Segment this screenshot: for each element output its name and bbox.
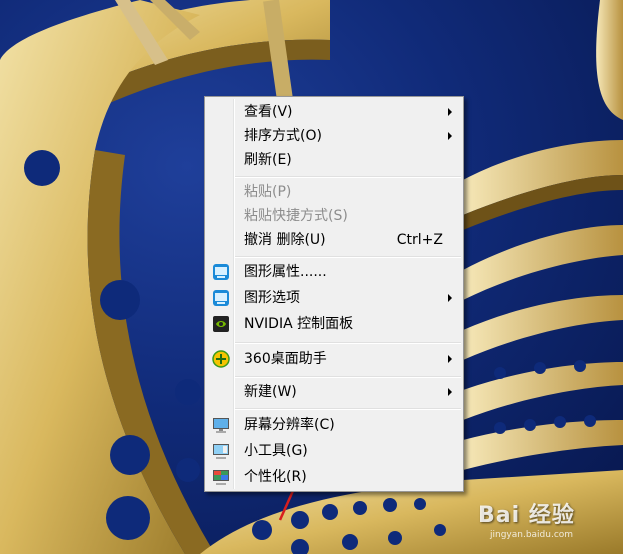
menu-item-label: 图形选项 <box>244 290 300 306</box>
personalize-icon <box>213 470 229 485</box>
intel-graphics-icon <box>213 264 229 280</box>
menu-item-shortcut: Ctrl+Z <box>396 232 443 248</box>
menu-item-label: 360桌面助手 <box>244 351 327 367</box>
desktop-wallpaper[interactable]: Bai 经验 jingyan.baidu.com 查看(V) 排序方式(O) 刷… <box>0 0 623 554</box>
submenu-arrow-icon <box>448 355 452 363</box>
menu-item-label: 粘贴(P) <box>244 184 292 200</box>
menu-item-label: 查看(V) <box>244 104 293 120</box>
menu-item-label: 屏幕分辨率(C) <box>244 417 335 433</box>
menu-item-label: NVIDIA 控制面板 <box>244 316 354 332</box>
menu-item-personalize[interactable]: 个性化(R) <box>207 465 461 489</box>
submenu-arrow-icon <box>448 132 452 140</box>
monitor-icon <box>213 418 229 433</box>
menu-item-graphics-properties[interactable]: 图形属性...... <box>207 260 461 284</box>
menu-item-paste-shortcut: 粘贴快捷方式(S) <box>207 204 461 228</box>
menu-item-label: 排序方式(O) <box>244 128 322 144</box>
menu-item-paste: 粘贴(P) <box>207 180 461 204</box>
menu-separator <box>235 342 461 344</box>
menu-item-gadgets[interactable]: 小工具(G) <box>207 439 461 463</box>
menu-item-nvidia-control-panel[interactable]: NVIDIA 控制面板 <box>207 312 461 336</box>
menu-item-label: 撤消 删除(U) <box>244 232 326 248</box>
menu-item-label: 新建(W) <box>244 384 297 400</box>
menu-item-label: 刷新(E) <box>244 152 292 168</box>
submenu-arrow-icon <box>448 108 452 116</box>
menu-separator <box>235 408 461 410</box>
menu-item-screen-resolution[interactable]: 屏幕分辨率(C) <box>207 413 461 437</box>
menu-item-label: 个性化(R) <box>244 469 307 485</box>
watermark-logo: Bai 经验 <box>478 503 575 528</box>
gadgets-icon <box>213 444 229 459</box>
menu-item-refresh[interactable]: 刷新(E) <box>207 148 461 172</box>
menu-item-new[interactable]: 新建(W) <box>207 380 461 404</box>
menu-item-360-desktop-assistant[interactable]: 360桌面助手 <box>207 347 461 371</box>
menu-separator <box>235 176 461 178</box>
menu-item-graphics-options[interactable]: 图形选项 <box>207 286 461 310</box>
360-plus-icon <box>212 350 230 368</box>
menu-item-undo-delete[interactable]: 撤消 删除(U) Ctrl+Z <box>207 228 461 252</box>
desktop-context-menu: 查看(V) 排序方式(O) 刷新(E) 粘贴(P) 粘贴快捷方式(S) 撤消 删… <box>204 96 464 492</box>
menu-separator <box>235 376 461 378</box>
submenu-arrow-icon <box>448 388 452 396</box>
nvidia-icon <box>213 316 229 332</box>
menu-item-label: 图形属性...... <box>244 264 327 280</box>
menu-item-label: 小工具(G) <box>244 443 308 459</box>
intel-graphics-icon <box>213 290 229 306</box>
menu-item-label: 粘贴快捷方式(S) <box>244 208 348 224</box>
watermark-url: jingyan.baidu.com <box>490 530 574 540</box>
menu-separator <box>235 256 461 258</box>
submenu-arrow-icon <box>448 294 452 302</box>
menu-item-view[interactable]: 查看(V) <box>207 100 461 124</box>
menu-item-sort-by[interactable]: 排序方式(O) <box>207 124 461 148</box>
